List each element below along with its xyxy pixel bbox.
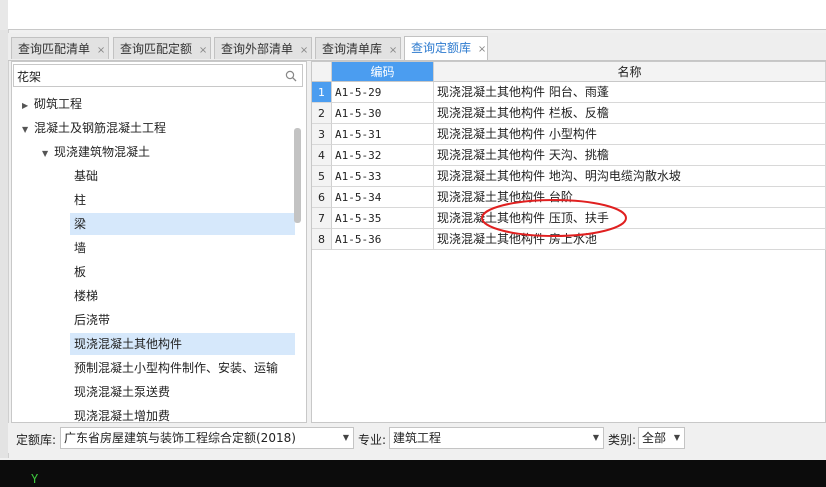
tree-item-label: 墙 — [74, 241, 87, 255]
chevron-down-icon: ▼ — [673, 433, 680, 442]
tree-item-label: 混凝土及钢筋混凝土工程 — [34, 121, 167, 135]
tab-label: 查询匹配清单 — [18, 42, 91, 56]
category-select[interactable]: 全部 ▼ — [638, 427, 685, 449]
cell-code[interactable]: A1-5-32 — [332, 145, 434, 166]
cell-code[interactable]: A1-5-34 — [332, 187, 434, 208]
tree-item[interactable]: 现浇混凝土其他构件 — [70, 333, 295, 355]
cell-code[interactable]: A1-5-29 — [332, 82, 434, 103]
tree-item[interactable]: 预制混凝土小型构件制作、安装、运输 — [70, 357, 295, 379]
tree-item-label: 砌筑工程 — [34, 97, 83, 111]
tree-item[interactable]: ▶ 砌筑工程 — [22, 93, 260, 115]
toolbar-blank-area — [8, 0, 826, 30]
cell-name[interactable]: 现浇混凝土其他构件 阳台、雨蓬 — [434, 82, 826, 103]
tree-item-label: 基础 — [74, 169, 99, 183]
row-number[interactable]: 4 — [312, 145, 332, 166]
tree-item-label: 后浇带 — [74, 313, 111, 327]
tab-5[interactable]: 查询定额库 × — [404, 36, 488, 60]
tree-item[interactable]: 梁 — [70, 213, 295, 235]
tree-item[interactable]: ▼ 现浇建筑物混凝土 — [42, 141, 260, 163]
tree-item-label: 预制混凝土小型构件制作、安装、运输 — [74, 361, 279, 375]
cell-code[interactable]: A1-5-35 — [332, 208, 434, 229]
row-number[interactable]: 2 — [312, 103, 332, 124]
quota-library-label: 定额库: — [16, 433, 57, 447]
row-number[interactable]: 5 — [312, 166, 332, 187]
row-number[interactable]: 8 — [312, 229, 332, 250]
row-number[interactable]: 7 — [312, 208, 332, 229]
grid-corner — [312, 62, 332, 82]
column-header-name[interactable]: 名称 — [434, 62, 826, 82]
cell-name[interactable]: 现浇混凝土其他构件 栏板、反檐 — [434, 103, 826, 124]
tree-item[interactable]: 楼梯 — [70, 285, 295, 307]
tree-item-label: 现浇混凝土增加费 — [74, 409, 171, 423]
tree-item-label: 现浇混凝土泵送费 — [74, 385, 171, 399]
tab-1[interactable]: 查询匹配清单 × — [11, 37, 109, 59]
major-value: 建筑工程 — [393, 431, 442, 445]
tree-scrollbar[interactable] — [294, 128, 301, 223]
category-label: 类别: — [608, 433, 637, 447]
quota-library-select[interactable]: 广东省房屋建筑与装饰工程综合定额(2018) ▼ — [60, 427, 354, 449]
cell-code[interactable]: A1-5-30 — [332, 103, 434, 124]
row-number[interactable]: 6 — [312, 187, 332, 208]
major-select[interactable]: 建筑工程 ▼ — [389, 427, 604, 449]
tree-item[interactable]: ▼ 混凝土及钢筋混凝土工程 — [22, 117, 260, 139]
close-icon[interactable]: × — [475, 39, 489, 61]
tree-item[interactable]: 后浇带 — [70, 309, 295, 331]
cell-code[interactable]: A1-5-31 — [332, 124, 434, 145]
tree-item-label: 楼梯 — [74, 289, 99, 303]
cell-name[interactable]: 现浇混凝土其他构件 地沟、明沟电缆沟散水坡 — [434, 166, 826, 187]
left-side-strip — [0, 30, 9, 458]
cell-code[interactable]: A1-5-33 — [332, 166, 434, 187]
row-number[interactable]: 1 — [312, 82, 332, 103]
collapse-arrow-icon[interactable]: ▼ — [22, 119, 34, 141]
quota-library-value: 广东省房屋建筑与装饰工程综合定额(2018) — [64, 431, 296, 445]
row-number[interactable]: 3 — [312, 124, 332, 145]
search-icon[interactable] — [285, 70, 297, 82]
tab-2[interactable]: 查询匹配定额 × — [113, 37, 211, 59]
tree-item[interactable]: 墙 — [70, 237, 295, 259]
tab-label: 查询清单库 — [322, 42, 383, 56]
category-value: 全部 — [642, 431, 667, 445]
close-icon[interactable]: × — [94, 40, 108, 62]
major-label: 专业: — [358, 433, 387, 447]
tree-item-label: 柱 — [74, 193, 87, 207]
red-circle-annotation — [481, 199, 627, 237]
tab-3[interactable]: 查询外部清单 × — [214, 37, 312, 59]
tree-item-label: 现浇混凝土其他构件 — [74, 337, 183, 351]
tree-item[interactable]: 基础 — [70, 165, 295, 187]
tab-label: 查询匹配定额 — [120, 42, 193, 56]
tab-label: 查询定额库 — [411, 41, 472, 55]
chevron-down-icon: ▼ — [342, 433, 349, 442]
search-input[interactable]: 花架 — [13, 64, 303, 87]
tree-item[interactable]: 现浇混凝土泵送费 — [70, 381, 295, 403]
chevron-down-icon: ▼ — [592, 433, 599, 442]
taskbar — [0, 460, 826, 487]
cell-name[interactable]: 现浇混凝土其他构件 小型构件 — [434, 124, 826, 145]
expand-arrow-icon[interactable]: ▶ — [22, 95, 34, 117]
collapse-arrow-icon[interactable]: ▼ — [42, 143, 54, 165]
close-icon[interactable]: × — [196, 40, 210, 62]
tab-label: 查询外部清单 — [221, 42, 294, 56]
taskbar-text: Y — [31, 472, 39, 486]
close-icon[interactable]: × — [297, 40, 311, 62]
tree-item-label: 梁 — [74, 217, 87, 231]
tree-item-label: 现浇建筑物混凝土 — [54, 145, 151, 159]
column-header-code[interactable]: 编码 — [332, 62, 434, 82]
tab-4[interactable]: 查询清单库 × — [315, 37, 401, 59]
tree-item[interactable]: 板 — [70, 261, 295, 283]
search-value: 花架 — [17, 70, 42, 84]
cell-code[interactable]: A1-5-36 — [332, 229, 434, 250]
tree-item-label: 板 — [74, 265, 87, 279]
close-icon[interactable]: × — [386, 40, 400, 62]
tree-item[interactable]: 柱 — [70, 189, 295, 211]
cell-name[interactable]: 现浇混凝土其他构件 天沟、挑檐 — [434, 145, 826, 166]
